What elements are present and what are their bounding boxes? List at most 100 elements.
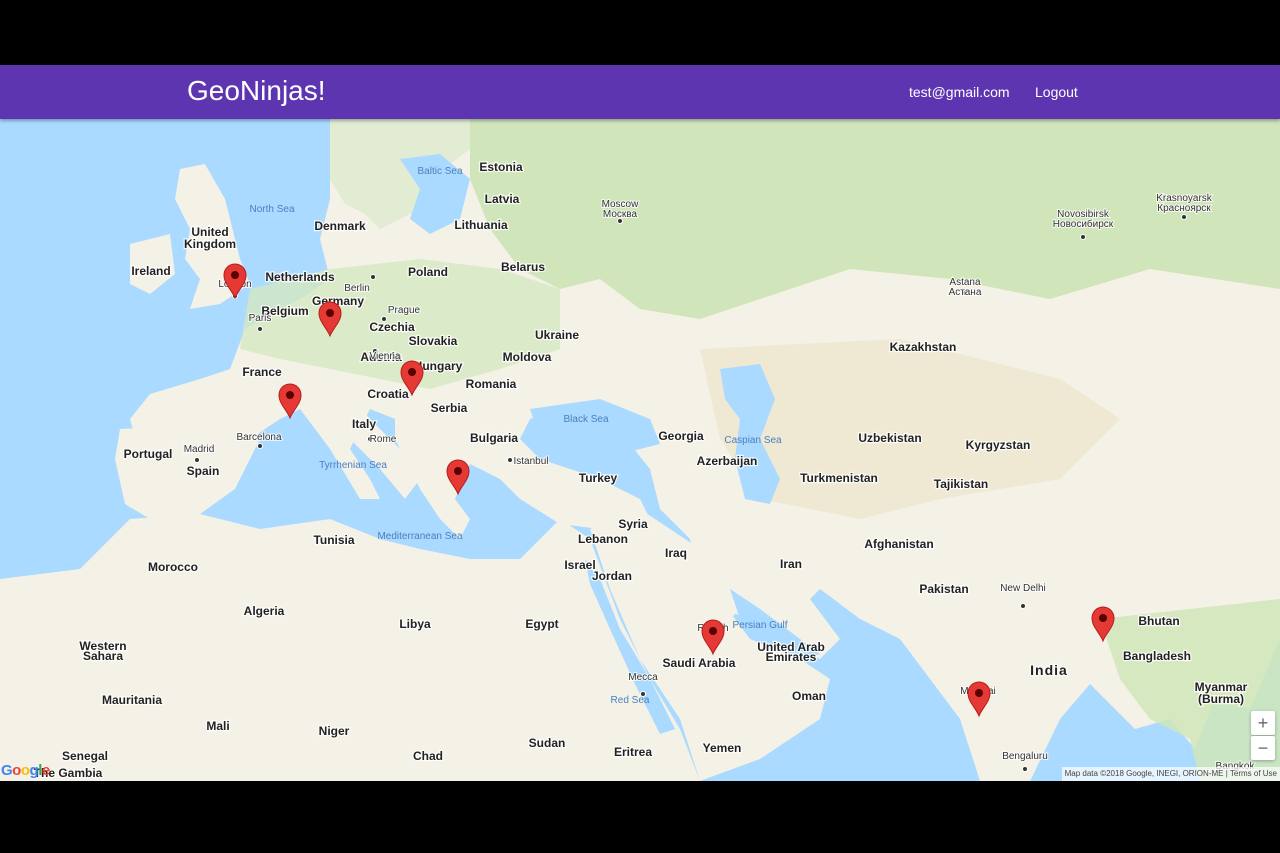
- water-label: Persian Gulf: [732, 620, 787, 631]
- country-label: Tunisia: [313, 533, 354, 547]
- city-label: Novosibirsk Новосибирск: [1053, 209, 1114, 230]
- city-label: Berlin: [344, 283, 370, 294]
- city-dot: [1080, 234, 1086, 240]
- city-dot: [640, 691, 646, 697]
- country-label: Serbia: [431, 401, 468, 415]
- country-label: Tajikistan: [934, 477, 988, 491]
- country-label: Poland: [408, 265, 448, 279]
- country-label: Eritrea: [614, 745, 652, 759]
- country-label: Romania: [466, 377, 517, 391]
- marker-center-dot: [286, 391, 294, 399]
- country-label: Estonia: [479, 160, 523, 174]
- country-label: Georgia: [658, 429, 704, 443]
- country-label: Italy: [352, 417, 376, 431]
- country-label: Iraq: [665, 546, 687, 560]
- navbar: GeoNinjas! test@gmail.com Logout: [0, 65, 1280, 119]
- city-dot: [257, 443, 263, 449]
- country-label: Netherlands: [265, 270, 335, 284]
- country-label: Oman: [792, 689, 826, 703]
- country-label: Portugal: [124, 447, 173, 461]
- city-label: Krasnoyarsk Красноярск: [1156, 193, 1213, 214]
- country-label: United Arab Emirates: [757, 640, 825, 664]
- country-label: Jordan: [592, 569, 632, 583]
- water-label: Tyrrhenian Sea: [319, 460, 387, 471]
- google-logo: Google: [1, 762, 50, 779]
- city-label: Moscow Москва: [602, 199, 639, 220]
- country-label: Denmark: [314, 219, 366, 233]
- country-label: Lithuania: [454, 218, 508, 232]
- country-label: Slovakia: [409, 334, 458, 348]
- country-label: Afghanistan: [864, 537, 933, 551]
- country-label: Syria: [618, 517, 648, 531]
- city-label: Mecca: [628, 672, 658, 683]
- map-attribution: Map data ©2018 Google, INEGI, ORION-ME |…: [1061, 767, 1280, 781]
- country-label: Senegal: [62, 749, 108, 763]
- city-label: Istanbul: [513, 456, 548, 467]
- map-canvas: North Sea Baltic Sea Black Sea Caspian S…: [0, 119, 1280, 781]
- country-label: Bangladesh: [1123, 649, 1191, 663]
- zoom-in-button[interactable]: +: [1251, 711, 1275, 735]
- water-label: Mediterranean Sea: [377, 531, 462, 542]
- country-label: Ireland: [131, 264, 170, 278]
- city-label: Rome: [370, 434, 397, 445]
- country-label: Niger: [319, 724, 350, 738]
- country-label: France: [242, 365, 282, 379]
- map-view[interactable]: North Sea Baltic Sea Black Sea Caspian S…: [0, 119, 1280, 781]
- city-label: Prague: [388, 305, 421, 316]
- country-label: Pakistan: [919, 582, 968, 596]
- country-label: Western Sahara: [79, 639, 126, 663]
- terms-link[interactable]: Terms of Use: [1230, 769, 1277, 778]
- country-label: Mauritania: [102, 693, 162, 707]
- marker-center-dot: [709, 627, 717, 635]
- country-label: Myanmar (Burma): [1195, 680, 1248, 706]
- country-label: Kyrgyzstan: [966, 438, 1031, 452]
- city-label: Bengaluru: [1002, 751, 1048, 762]
- city-label: Paris: [249, 313, 272, 324]
- water-label: Black Sea: [563, 414, 608, 425]
- city-dot: [370, 274, 376, 280]
- country-label: Turkmenistan: [800, 471, 878, 485]
- attribution-text: Map data ©2018 Google, INEGI, ORION-ME: [1064, 769, 1224, 778]
- country-label: Sudan: [529, 736, 566, 750]
- country-label: Mali: [206, 719, 229, 733]
- country-label: Kazakhstan: [890, 340, 957, 354]
- country-label: Israel: [564, 558, 595, 572]
- city-dot: [257, 326, 263, 332]
- marker-center-dot: [1099, 614, 1107, 622]
- water-label: Caspian Sea: [724, 435, 782, 446]
- country-label: Uzbekistan: [858, 431, 921, 445]
- user-email-link[interactable]: test@gmail.com: [909, 82, 1010, 102]
- country-label: Croatia: [367, 387, 409, 401]
- zoom-out-button[interactable]: −: [1251, 736, 1275, 760]
- logout-link[interactable]: Logout: [1035, 82, 1078, 102]
- city-label: Astana Астана: [949, 277, 982, 298]
- country-label: Spain: [187, 464, 220, 478]
- marker-center-dot: [454, 467, 462, 475]
- brand-title[interactable]: GeoNinjas!: [187, 73, 326, 109]
- country-label: Azerbaijan: [697, 454, 758, 468]
- country-label: Morocco: [148, 560, 198, 574]
- country-label: Iran: [780, 557, 802, 571]
- city-label: Barcelona: [236, 432, 281, 443]
- city-dot: [381, 316, 387, 322]
- country-label: Algeria: [244, 604, 285, 618]
- country-label: Yemen: [703, 741, 742, 755]
- city-dot: [1020, 603, 1026, 609]
- water-label: Baltic Sea: [417, 166, 462, 177]
- country-label: Belarus: [501, 260, 545, 274]
- country-label: Lebanon: [578, 532, 628, 546]
- country-label: Czechia: [369, 320, 415, 334]
- marker-center-dot: [231, 271, 239, 279]
- city-label: Vienna: [370, 351, 401, 362]
- marker-center-dot: [408, 368, 416, 376]
- marker-center-dot: [975, 689, 983, 697]
- country-label: Latvia: [485, 192, 520, 206]
- water-label: North Sea: [249, 204, 294, 215]
- city-label: New Delhi: [1000, 583, 1046, 594]
- city-label: Madrid: [184, 444, 215, 455]
- city-dot: [1022, 766, 1028, 772]
- country-label: Bhutan: [1138, 614, 1179, 628]
- city-dot: [1181, 214, 1187, 220]
- country-label: Moldova: [503, 350, 552, 364]
- country-label: Saudi Arabia: [663, 656, 736, 670]
